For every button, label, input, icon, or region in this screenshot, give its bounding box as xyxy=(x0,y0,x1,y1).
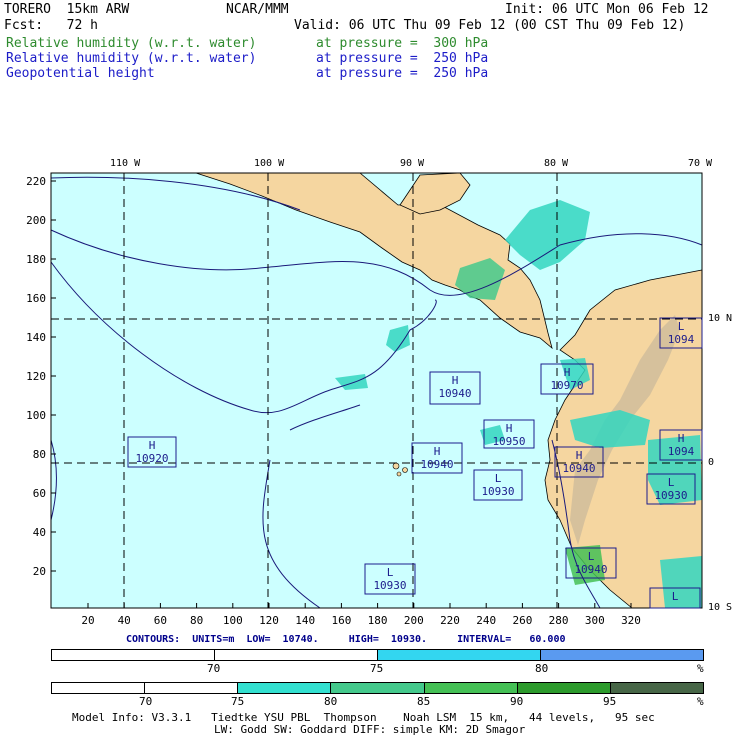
x-tick-label: 20 xyxy=(81,614,94,627)
x-tick-label: 200 xyxy=(404,614,424,627)
x-tick-label: 100 xyxy=(223,614,243,627)
center-type: H xyxy=(576,449,583,462)
colorbar-segment xyxy=(517,683,611,693)
y-tick-label: 200 xyxy=(26,214,46,227)
center-value: 10940 xyxy=(438,387,471,400)
lat-label-10n: 10 N xyxy=(708,313,733,324)
center-type: H xyxy=(452,374,459,387)
cb1-label-pct: % xyxy=(697,662,704,675)
colorbar-segment xyxy=(52,683,146,693)
center-value: 10930 xyxy=(654,489,687,502)
center-value: 10940 xyxy=(562,462,595,475)
center-value: 1094 xyxy=(668,333,695,346)
x-tick-label: 240 xyxy=(476,614,496,627)
center-type: H xyxy=(564,366,571,379)
cb2-label-pct: % xyxy=(697,695,704,708)
x-tick-label: 120 xyxy=(259,614,279,627)
center-type: L xyxy=(387,566,394,579)
center-value: 1094 xyxy=(668,445,695,458)
y-tick-label: 20 xyxy=(33,565,46,578)
colorbar-rh-250 xyxy=(51,649,704,661)
x-tick-label: 140 xyxy=(295,614,315,627)
lon-label-80w: 80 W xyxy=(544,158,569,169)
x-tick-label: 160 xyxy=(331,614,351,627)
colorbar-segment xyxy=(52,650,215,660)
center-value: 10930 xyxy=(481,485,514,498)
colorbar-segment xyxy=(215,650,378,660)
colorbar-segment xyxy=(424,683,518,693)
contours-info: CONTOURS: UNITS=m LOW= 10740. HIGH= 1093… xyxy=(126,634,566,645)
colorbar-segment xyxy=(238,683,332,693)
center-value: 10940 xyxy=(574,563,607,576)
cb1-label-80: 80 xyxy=(535,662,549,675)
center-value: 10930 xyxy=(373,579,406,592)
colorbar-segment xyxy=(378,650,541,660)
center-value: 10920 xyxy=(135,452,168,465)
y-tick-label: 220 xyxy=(26,175,46,188)
center-type: H xyxy=(434,445,441,458)
model-info-line2: LW: Godd SW: Goddard DIFF: simple KM: 2D… xyxy=(214,723,526,736)
cb2-label-95: 95 xyxy=(603,695,617,708)
x-tick-label: 220 xyxy=(440,614,460,627)
colorbar-segment xyxy=(331,683,425,693)
x-tick-label: 60 xyxy=(154,614,167,627)
x-tick-label: 280 xyxy=(549,614,569,627)
cb2-label-70: 70 xyxy=(139,695,153,708)
center-type: L xyxy=(495,472,502,485)
x-tick-label: 260 xyxy=(512,614,532,627)
x-tick-label: 180 xyxy=(368,614,388,627)
x-tick-label: 40 xyxy=(118,614,131,627)
lon-label-110w: 110 W xyxy=(110,158,141,169)
colorbar-rh-300 xyxy=(51,682,704,694)
y-tick-label: 60 xyxy=(33,487,46,500)
y-tick-label: 160 xyxy=(26,292,46,305)
cb2-label-90: 90 xyxy=(510,695,524,708)
map-panel: 220 200 180 160 140 120 100 80 60 40 20 20 40 60 80 10… xyxy=(26,172,703,627)
center-value: 10940 xyxy=(420,458,453,471)
center-type: L xyxy=(668,476,675,489)
center-value: 10950 xyxy=(492,435,525,448)
x-tick-label: 80 xyxy=(190,614,203,627)
center-type: L xyxy=(672,590,679,603)
colorbar-segment xyxy=(610,683,703,693)
center-type: H xyxy=(506,422,513,435)
center-type: L xyxy=(588,550,595,563)
y-tick-label: 120 xyxy=(26,370,46,383)
y-tick-label: 40 xyxy=(33,526,46,539)
y-tick-label: 100 xyxy=(26,409,46,422)
cb1-label-70: 70 xyxy=(207,662,221,675)
cb2-label-85: 85 xyxy=(417,695,431,708)
y-tick-label: 80 xyxy=(33,448,46,461)
center-type: H xyxy=(678,432,685,445)
x-tick-label: 320 xyxy=(621,614,641,627)
center-type: H xyxy=(149,439,156,452)
lon-label-100w: 100 W xyxy=(254,158,285,169)
cb1-label-75: 75 xyxy=(370,662,384,675)
x-tick-label: 300 xyxy=(585,614,605,627)
colorbar-segment xyxy=(145,683,239,693)
lat-label-eq: 0 xyxy=(708,457,715,468)
lat-label-10s: 10 S xyxy=(708,602,733,613)
center-value: 10970 xyxy=(550,379,583,392)
cb2-label-80: 80 xyxy=(324,695,338,708)
lon-label-70w: 70 W xyxy=(688,158,713,169)
cb2-label-75: 75 xyxy=(231,695,245,708)
lon-label-90w: 90 W xyxy=(400,158,425,169)
colorbar-segment xyxy=(541,650,703,660)
y-tick-label: 140 xyxy=(26,331,46,344)
center-type: L xyxy=(678,320,685,333)
y-tick-label: 180 xyxy=(26,253,46,266)
